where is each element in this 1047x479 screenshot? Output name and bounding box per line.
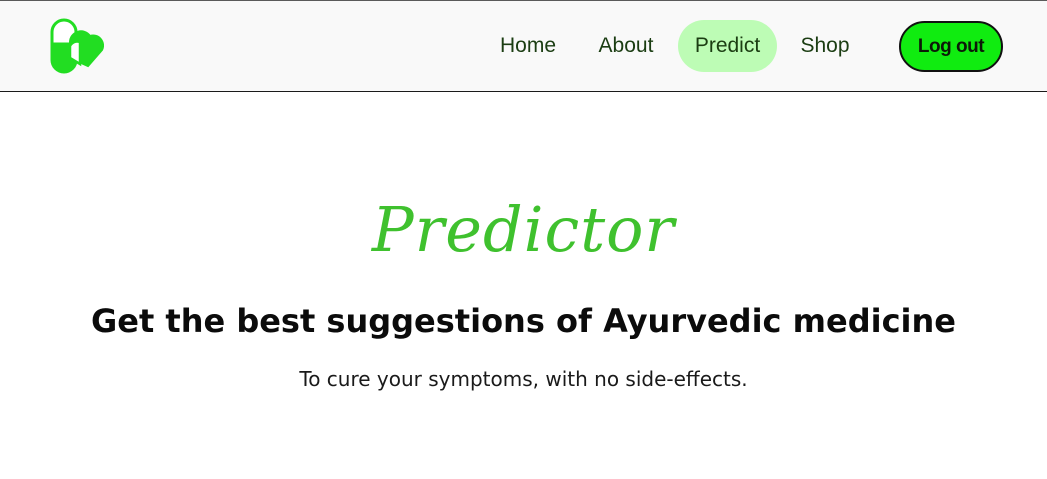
logout-button[interactable]: Log out (899, 21, 1003, 72)
nav-shop-link[interactable]: Shop (784, 20, 866, 72)
nav-about-link[interactable]: About (581, 20, 671, 72)
capsule-heart-icon[interactable] (48, 18, 105, 74)
page-tagline: To cure your symptoms, with no side-effe… (299, 367, 748, 391)
nav-predict-link[interactable]: Predict (678, 20, 777, 72)
top-navbar: Home About Predict Shop Log out (0, 0, 1047, 92)
page-title: Predictor (371, 193, 676, 266)
nav-home-link[interactable]: Home (482, 20, 574, 72)
page-subtitle: Get the best suggestions of Ayurvedic me… (90, 302, 956, 340)
